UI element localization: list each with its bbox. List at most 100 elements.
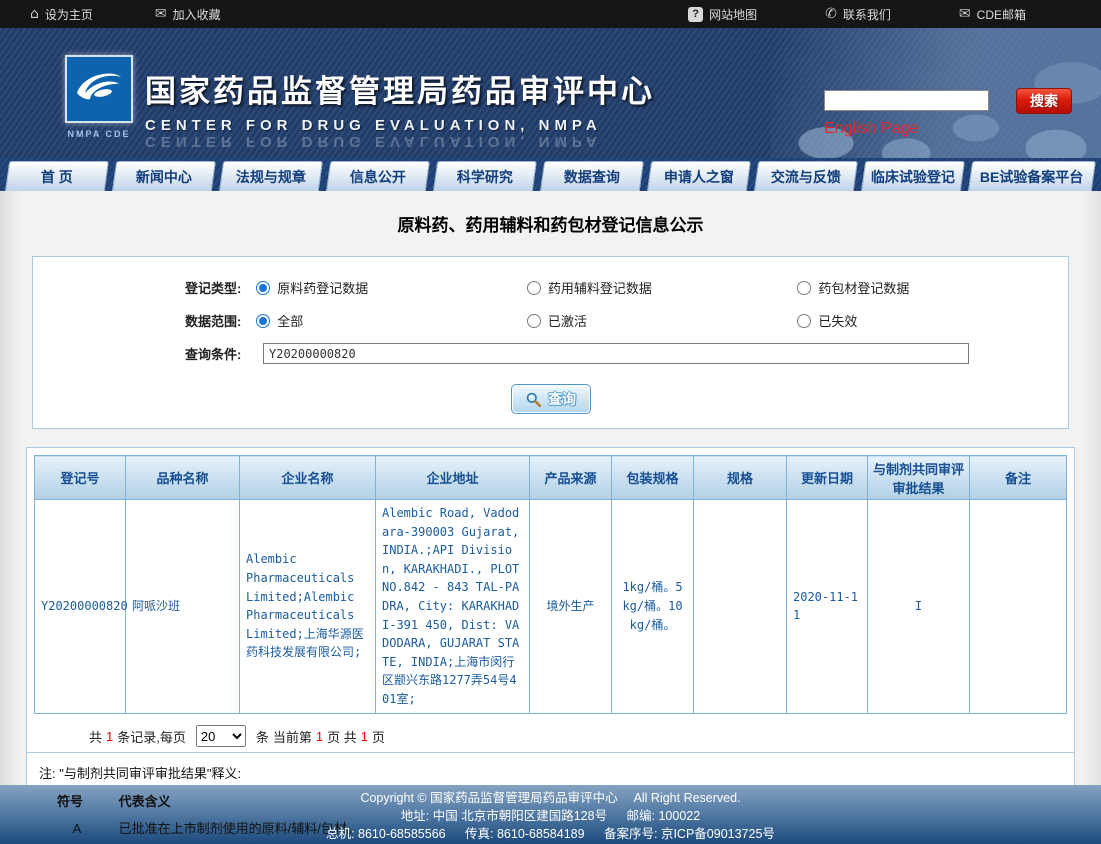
col-header-product-name: 品种名称 — [126, 456, 240, 500]
scope-label: 数据范围: — [185, 311, 256, 330]
tab-home[interactable]: 首 页 — [5, 161, 109, 191]
col-header-company-address: 企业地址 — [376, 456, 530, 500]
site-title: 国家药品监督管理局药品审评中心 — [145, 66, 655, 111]
sitemap-label: 网站地图 — [709, 6, 757, 23]
cell-update-date: 2020-11-11 — [787, 500, 868, 714]
logo-swoosh-icon — [73, 67, 125, 111]
col-header-update-date: 更新日期 — [787, 456, 868, 500]
sitemap-link[interactable]: ? 网站地图 — [688, 6, 757, 23]
tab-be-platform[interactable]: BE试验备案平台 — [967, 161, 1096, 191]
radio-packaging-label: 药包材登记数据 — [818, 278, 909, 297]
radio-scope-active[interactable]: 已激活 — [527, 311, 798, 330]
pagination-unit-label: 条 — [256, 727, 269, 746]
pagination-of-label: 页 共 — [327, 727, 357, 746]
tab-info-disclosure[interactable]: 信息公开 — [326, 161, 430, 191]
tab-applicant-window[interactable]: 申请人之窗 — [647, 161, 751, 191]
radio-api-data[interactable]: 原料药登记数据 — [256, 278, 527, 297]
legend-title: 注: "与制剂共同审评审批结果"释义: — [37, 759, 1064, 788]
tab-clinical-trial-label: 临床试验登记 — [871, 167, 955, 187]
set-homepage-link[interactable]: ⌂ 设为主页 — [30, 6, 93, 23]
radio-excipient-label: 药用辅料登记数据 — [548, 278, 652, 297]
contact-label: 联系我们 — [843, 6, 891, 23]
tab-data-query[interactable]: 数据查询 — [540, 161, 644, 191]
site-search-button[interactable]: 搜索 — [1016, 88, 1072, 114]
logo-caption: NMPA CDE — [60, 129, 138, 139]
radio-scope-all-icon[interactable] — [256, 314, 270, 328]
pagination-total-pages: 1 — [361, 729, 368, 744]
tab-info-disclosure-label: 信息公开 — [350, 167, 406, 187]
cell-remark — [970, 500, 1067, 714]
tab-feedback[interactable]: 交流与反馈 — [754, 161, 858, 191]
home-icon: ⌂ — [30, 7, 39, 21]
set-homepage-label: 设为主页 — [45, 6, 93, 23]
radio-api-label: 原料药登记数据 — [277, 278, 368, 297]
add-favorite-link[interactable]: ✉ 加入收藏 — [155, 6, 221, 23]
contact-link[interactable]: ✆ 联系我们 — [825, 6, 891, 23]
site-logo[interactable]: NMPA CDE — [60, 55, 138, 139]
site-search-input[interactable] — [824, 90, 989, 111]
tab-science[interactable]: 科学研究 — [433, 161, 537, 191]
radio-packaging-data[interactable]: 药包材登记数据 — [797, 278, 1068, 297]
radio-scope-all[interactable]: 全部 — [256, 311, 527, 330]
cde-mailbox-link[interactable]: ✉ CDE邮箱 — [959, 6, 1026, 23]
col-header-source: 产品来源 — [530, 456, 612, 500]
radio-scope-all-label: 全部 — [277, 311, 303, 330]
tab-data-query-label: 数据查询 — [564, 167, 620, 187]
query-form: 登记类型: 原料药登记数据 药用辅料登记数据 药包材登记数据 数据范围: 全部 — [32, 256, 1069, 429]
radio-scope-active-icon[interactable] — [527, 314, 541, 328]
legend-header-symbol: 符号 — [57, 791, 97, 810]
table-header-row: 登记号 品种名称 企业名称 企业地址 产品来源 包装规格 规格 更新日期 与制剂… — [35, 456, 1067, 500]
col-header-remark: 备注 — [970, 456, 1067, 500]
site-header: NMPA CDE 国家药品监督管理局药品审评中心 CENTER FOR DRUG… — [0, 28, 1101, 158]
legend-symbol-a: A — [57, 821, 97, 836]
radio-packaging-icon[interactable] — [797, 281, 811, 295]
radio-excipient-icon[interactable] — [527, 281, 541, 295]
radio-excipient-data[interactable]: 药用辅料登记数据 — [527, 278, 798, 297]
nmpa-cde-logo-icon — [65, 55, 133, 123]
cell-company-name: Alembic Pharmaceuticals Limited;Alembic … — [240, 500, 376, 714]
radio-scope-expired-label: 已失效 — [818, 311, 857, 330]
col-header-review-result: 与制剂共同审评审批结果 — [868, 456, 970, 500]
english-page-link[interactable]: English Page — [824, 120, 918, 138]
tab-regulations[interactable]: 法规与规章 — [219, 161, 323, 191]
tab-be-platform-label: BE试验备案平台 — [980, 167, 1083, 187]
tab-regulations-label: 法规与规章 — [236, 167, 306, 187]
radio-api-icon[interactable] — [256, 281, 270, 295]
pagination-pages-label: 页 — [372, 727, 385, 746]
tab-news-label: 新闻中心 — [136, 167, 192, 187]
main-navigation: 首 页 新闻中心 法规与规章 信息公开 科学研究 数据查询 申请人之窗 交流与反… — [0, 158, 1101, 191]
tab-science-label: 科学研究 — [457, 167, 513, 187]
cell-spec — [694, 500, 787, 714]
cell-product-name: 阿哌沙班 — [126, 500, 240, 714]
query-condition-label: 查询条件: — [185, 344, 263, 363]
tab-news[interactable]: 新闻中心 — [112, 161, 216, 191]
col-header-package-spec: 包装规格 — [612, 456, 694, 500]
page-size-select[interactable]: 20 — [196, 725, 246, 747]
table-row: Y20200000820 阿哌沙班 Alembic Pharmaceutical… — [35, 500, 1067, 714]
cell-reg-no: Y20200000820 — [35, 500, 126, 714]
top-utility-bar: ⌂ 设为主页 ✉ 加入收藏 ? 网站地图 ✆ 联系我们 ✉ CDE邮箱 — [0, 0, 1101, 28]
site-subtitle: CENTER FOR DRUG EVALUATION, NMPA — [145, 117, 655, 134]
page-title: 原料药、药用辅料和药包材登记信息公示 — [0, 211, 1101, 236]
add-favorite-label: 加入收藏 — [173, 6, 221, 23]
tab-home-label: 首 页 — [41, 167, 73, 187]
pagination-current-label: 当前第 — [273, 727, 312, 746]
cell-package-spec: 1kg/桶。5 kg/桶。10 kg/桶。 — [612, 500, 694, 714]
query-submit-button[interactable]: 查询 — [511, 384, 591, 414]
tab-clinical-trial[interactable]: 临床试验登记 — [861, 161, 965, 191]
radio-scope-expired-icon[interactable] — [797, 314, 811, 328]
legend-header-meaning: 代表含义 — [119, 791, 171, 810]
query-submit-label: 查询 — [548, 389, 576, 409]
tab-feedback-label: 交流与反馈 — [771, 167, 841, 187]
pagination-current-page: 1 — [316, 729, 323, 744]
query-condition-input[interactable] — [263, 343, 969, 364]
radio-scope-expired[interactable]: 已失效 — [797, 311, 1068, 330]
magnifier-icon — [525, 391, 542, 408]
question-icon: ? — [688, 7, 703, 22]
pagination-record-count: 1 — [106, 729, 113, 744]
legend-meaning-a: 已批准在上市制剂使用的原料/辅料/包材。 — [119, 818, 360, 837]
reg-type-label: 登记类型: — [185, 278, 256, 297]
cell-source: 境外生产 — [530, 500, 612, 714]
pagination-bar: 共 1 条记录,每页 20 条 当前第 1 页 共 1 页 — [27, 721, 1074, 752]
main-content: 原料药、药用辅料和药包材登记信息公示 登记类型: 原料药登记数据 药用辅料登记数… — [0, 191, 1101, 785]
